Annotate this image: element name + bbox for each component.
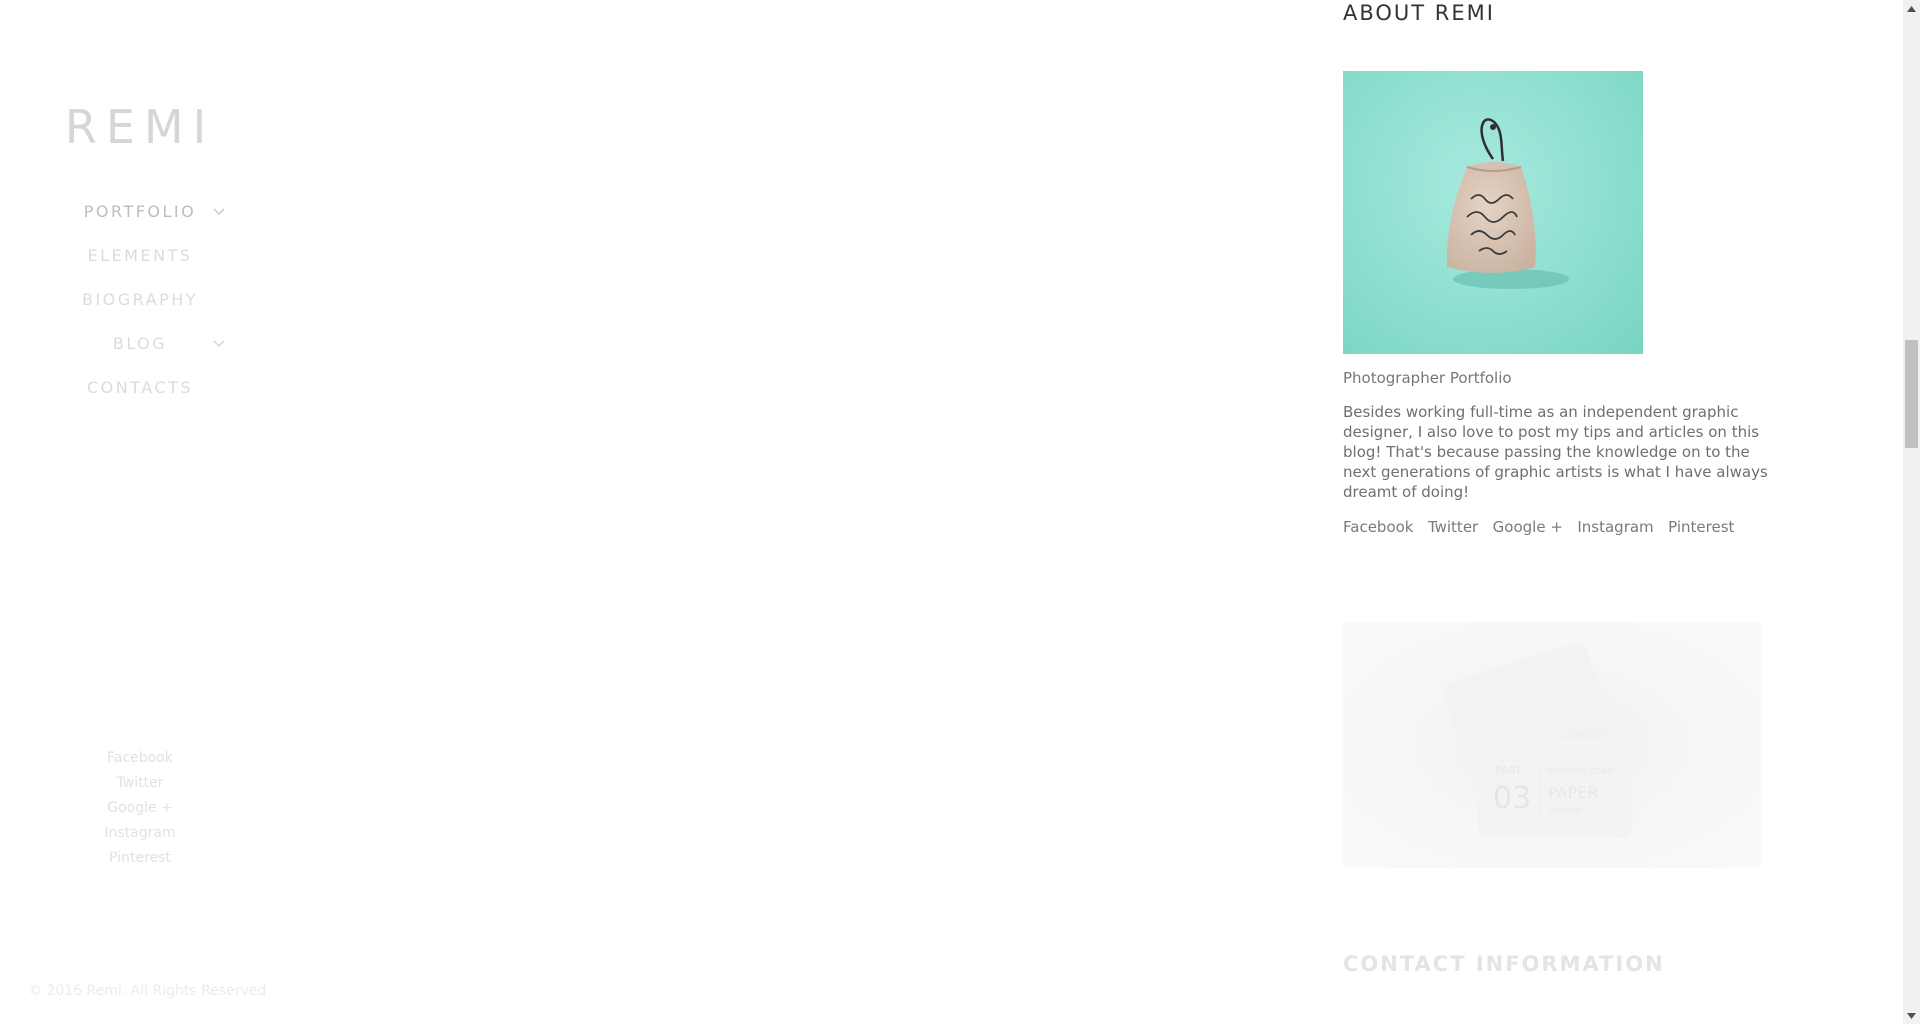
about-link-pinterest[interactable]: Pinterest — [1668, 518, 1734, 536]
scrollbar-thumb[interactable] — [1905, 340, 1918, 448]
card-line-3: MOCKUP — [1548, 806, 1583, 815]
card-line-1: BUSINESS CARD — [1548, 767, 1613, 776]
chevron-down-icon[interactable] — [212, 337, 226, 351]
scroll-up-arrow-icon[interactable] — [1903, 0, 1920, 17]
about-link-google-plus[interactable]: Google + — [1493, 518, 1563, 536]
page: REMI PORTFOLIO ELEMENTS BIOGRAPHY BLOG C… — [0, 0, 1920, 1024]
nav-item-label: BLOG — [112, 334, 168, 353]
nav-item-blog[interactable]: BLOG — [0, 322, 280, 366]
site-logo[interactable]: REMI — [0, 100, 280, 154]
about-widget-title: ABOUT REMI — [1343, 1, 1495, 25]
page-scrollbar[interactable] — [1903, 0, 1920, 1024]
business-card-image[interactable]: PART 03 BUSINESS CARD PAPER MOCKUP — [1343, 622, 1761, 868]
sidebar-link-twitter[interactable]: Twitter — [0, 771, 280, 796]
card-part-number: 03 — [1493, 781, 1531, 816]
about-social-links: Facebook Twitter Google + Instagram Pint… — [1343, 518, 1744, 537]
nav-item-label: ELEMENTS — [87, 246, 193, 265]
nav-item-label: PORTFOLIO — [83, 202, 197, 221]
business-card-illustration: PART 03 BUSINESS CARD PAPER MOCKUP — [1443, 642, 1633, 838]
left-sidebar: REMI PORTFOLIO ELEMENTS BIOGRAPHY BLOG C… — [0, 0, 280, 1024]
copyright-text: © 2016 Remi. All Rights Reserved — [28, 983, 267, 999]
about-link-instagram[interactable]: Instagram — [1577, 518, 1653, 536]
about-image[interactable] — [1343, 71, 1643, 354]
fabric-bag-illustration — [1446, 118, 1569, 289]
sidebar-link-google-plus[interactable]: Google + — [0, 796, 280, 821]
about-bio: Besides working full-time as an independ… — [1343, 403, 1768, 501]
chevron-down-icon[interactable] — [212, 205, 226, 219]
nav-item-biography[interactable]: BIOGRAPHY — [0, 278, 280, 322]
about-caption: Photographer Portfolio — [1343, 369, 1512, 387]
sidebar-link-pinterest[interactable]: Pinterest — [0, 846, 280, 871]
card-line-2: PAPER — [1548, 783, 1598, 802]
nav-item-portfolio[interactable]: PORTFOLIO — [0, 190, 280, 234]
scroll-down-arrow-icon[interactable] — [1903, 1007, 1920, 1024]
nav-item-label: BIOGRAPHY — [81, 290, 199, 309]
main-nav: PORTFOLIO ELEMENTS BIOGRAPHY BLOG CONTAC… — [0, 190, 280, 410]
sidebar-social-links: Facebook Twitter Google + Instagram Pint… — [0, 746, 280, 871]
nav-item-elements[interactable]: ELEMENTS — [0, 234, 280, 278]
about-link-facebook[interactable]: Facebook — [1343, 518, 1413, 536]
nav-item-label: CONTACTS — [86, 378, 194, 397]
sidebar-link-facebook[interactable]: Facebook — [0, 746, 280, 771]
sidebar-link-instagram[interactable]: Instagram — [0, 821, 280, 846]
nav-item-contacts[interactable]: CONTACTS — [0, 366, 280, 410]
contact-widget-title: CONTACT INFORMATION — [1343, 952, 1665, 976]
card-part-text: PART — [1495, 764, 1522, 777]
about-link-twitter[interactable]: Twitter — [1428, 518, 1478, 536]
